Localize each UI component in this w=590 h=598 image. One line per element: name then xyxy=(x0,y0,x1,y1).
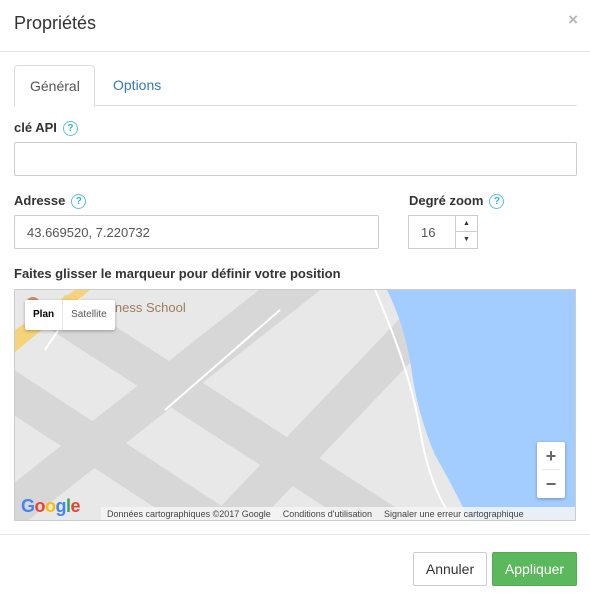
address-input[interactable] xyxy=(14,215,379,249)
address-label-text: Adresse xyxy=(14,193,66,208)
address-help-icon[interactable]: ? xyxy=(71,194,87,209)
api-key-label: clé API? xyxy=(14,120,78,136)
api-key-input[interactable] xyxy=(14,142,577,176)
google-logo-letter: e xyxy=(70,496,81,516)
tab-options[interactable]: Options xyxy=(98,65,176,106)
tab-general[interactable]: Général xyxy=(14,65,95,107)
map-instruction: Faites glisser le marqueur pour définir … xyxy=(14,266,341,281)
google-logo-letter: o xyxy=(45,496,56,516)
close-icon[interactable]: × xyxy=(568,11,578,29)
zoom-input[interactable] xyxy=(408,215,456,249)
dialog-header: Propriétés × xyxy=(0,0,590,52)
zoom-stepper-buttons: ▲ ▼ xyxy=(455,215,478,249)
zoom-out-icon[interactable]: − xyxy=(537,470,565,498)
google-logo-letter: o xyxy=(34,496,46,516)
terms-link[interactable]: Conditions d'utilisation xyxy=(277,509,378,519)
zoom-label: Degré zoom? xyxy=(409,193,505,209)
zoom-in-icon[interactable]: + xyxy=(537,442,565,470)
zoom-stepper[interactable]: ▲ ▼ xyxy=(408,215,478,249)
apply-button[interactable]: Appliquer xyxy=(492,552,577,586)
zoom-label-text: Degré zoom xyxy=(409,193,484,208)
stepper-up-icon[interactable]: ▲ xyxy=(456,216,477,232)
map-type-plan-button[interactable]: Plan xyxy=(25,300,64,330)
map-type-satellite-button[interactable]: Satellite xyxy=(63,300,115,330)
stepper-down-icon[interactable]: ▼ xyxy=(456,232,477,248)
api-key-help-icon[interactable]: ? xyxy=(62,121,78,136)
dialog-footer: Annuler Appliquer xyxy=(0,534,590,598)
map-data-credit: Données cartographiques ©2017 Google xyxy=(107,509,271,519)
map-attribution: Données cartographiques ©2017 Google Con… xyxy=(101,507,575,520)
api-key-label-text: clé API xyxy=(14,120,57,135)
google-logo-letter: G xyxy=(21,496,35,516)
map-type-control: Plan Satellite xyxy=(25,300,115,330)
google-logo-letter: g xyxy=(55,496,67,516)
cancel-button[interactable]: Annuler xyxy=(413,552,487,586)
zoom-help-icon[interactable]: ? xyxy=(489,194,505,209)
report-error-link[interactable]: Signaler une erreur cartographique xyxy=(378,509,530,519)
google-logo: Google xyxy=(21,496,81,517)
tab-bar: Général Options xyxy=(14,65,577,107)
map-view[interactable]: iness School Plan Satellite + − Google D… xyxy=(14,289,576,521)
dialog-title: Propriétés xyxy=(14,13,97,33)
map-zoom-control: + − xyxy=(537,442,565,498)
address-label: Adresse? xyxy=(14,193,87,209)
map-poi-label: iness School xyxy=(112,300,186,315)
